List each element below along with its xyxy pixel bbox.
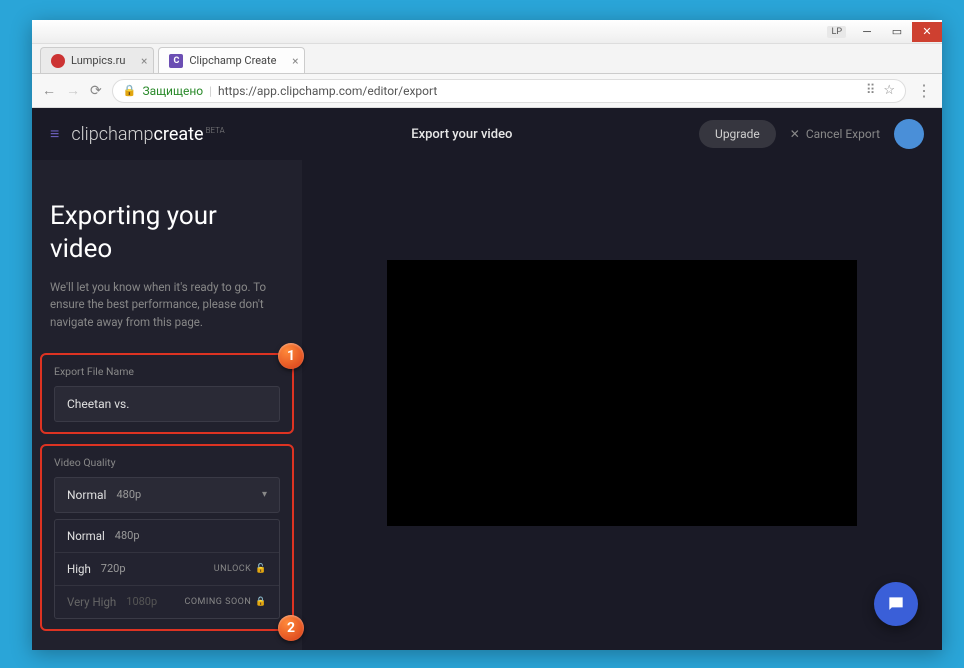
preview-area bbox=[302, 160, 942, 650]
cancel-export-button[interactable]: ✕ Cancel Export bbox=[790, 127, 880, 141]
avatar[interactable] bbox=[894, 119, 924, 149]
filename-label: Export File Name bbox=[54, 365, 280, 378]
favicon-icon: C bbox=[169, 54, 183, 68]
quality-option-normal[interactable]: Normal 480p bbox=[55, 520, 279, 553]
translate-icon[interactable]: ⠿ bbox=[866, 83, 876, 98]
lock-icon: 🔒 bbox=[123, 84, 137, 97]
annotation-marker-2: 2 bbox=[278, 615, 304, 641]
filename-group: Export File Name Cheetan vs. 1 bbox=[40, 353, 294, 434]
address-bar: ← → ⟳ 🔒 Защищено | https://app.clipchamp… bbox=[32, 74, 942, 108]
lock-icon: 🔒 bbox=[255, 597, 267, 607]
quality-option-high[interactable]: High 720p UNLOCK 🔓 bbox=[55, 553, 279, 586]
sidebar-description: We'll let you know when it's ready to go… bbox=[50, 279, 284, 331]
url-text: https://app.clipchamp.com/editor/export bbox=[218, 84, 437, 98]
url-actions: ⠿ ☆ bbox=[866, 83, 895, 98]
quality-selected-res: 480p bbox=[116, 488, 141, 501]
quality-selected-name: Normal bbox=[67, 488, 106, 502]
app-header: ≡ clipchampcreateBETA Export your video … bbox=[32, 108, 942, 160]
upgrade-button[interactable]: Upgrade bbox=[699, 120, 776, 148]
close-icon: ✕ bbox=[790, 127, 800, 141]
favicon-icon bbox=[51, 54, 65, 68]
filename-input[interactable]: Cheetan vs. bbox=[54, 386, 280, 422]
secure-label: Защищено bbox=[142, 84, 203, 98]
annotation-marker-1: 1 bbox=[278, 343, 304, 369]
star-icon[interactable]: ☆ bbox=[883, 83, 895, 98]
chat-fab[interactable] bbox=[874, 582, 918, 626]
hamburger-icon[interactable]: ≡ bbox=[50, 124, 59, 144]
browser-window: LP ─ ▭ ✕ Lumpics.ru × C Clipchamp Create… bbox=[32, 20, 942, 650]
tab-lumpics[interactable]: Lumpics.ru × bbox=[40, 47, 154, 73]
app-body: Exporting your video We'll let you know … bbox=[32, 160, 942, 650]
quality-select[interactable]: Normal 480p ▾ bbox=[54, 477, 280, 513]
window-titlebar: LP ─ ▭ ✕ bbox=[32, 20, 942, 44]
reload-icon[interactable]: ⟳ bbox=[90, 83, 102, 99]
app-content: ≡ clipchampcreateBETA Export your video … bbox=[32, 108, 942, 650]
quality-option-veryhigh: Very High 1080p COMING SOON 🔒 bbox=[55, 586, 279, 618]
lock-icon: 🔓 bbox=[255, 564, 267, 574]
chevron-down-icon: ▾ bbox=[262, 489, 267, 500]
tab-close-icon[interactable]: × bbox=[141, 54, 147, 68]
tab-label: Lumpics.ru bbox=[71, 54, 125, 67]
close-button[interactable]: ✕ bbox=[912, 22, 942, 42]
url-input[interactable]: 🔒 Защищено | https://app.clipchamp.com/e… bbox=[112, 79, 906, 103]
export-sidebar: Exporting your video We'll let you know … bbox=[32, 160, 302, 650]
video-preview bbox=[387, 260, 857, 526]
minimize-button[interactable]: ─ bbox=[852, 22, 882, 42]
browser-tabs: Lumpics.ru × C Clipchamp Create × bbox=[32, 44, 942, 74]
maximize-button[interactable]: ▭ bbox=[882, 22, 912, 42]
tab-label: Clipchamp Create bbox=[189, 54, 276, 67]
forward-icon[interactable]: → bbox=[66, 82, 80, 99]
quality-dropdown: Normal 480p High 720p UNLOCK 🔓 Very High… bbox=[54, 519, 280, 619]
chat-icon bbox=[886, 594, 906, 614]
page-title: Export your video bbox=[225, 127, 699, 142]
quality-label: Video Quality bbox=[54, 456, 280, 469]
quality-group: Video Quality Normal 480p ▾ Normal 480p … bbox=[40, 444, 294, 631]
back-icon[interactable]: ← bbox=[42, 82, 56, 99]
title-badge: LP bbox=[827, 26, 846, 38]
tab-clipchamp[interactable]: C Clipchamp Create × bbox=[158, 47, 305, 73]
sidebar-title: Exporting your video bbox=[50, 200, 284, 265]
app-logo: clipchampcreateBETA bbox=[71, 124, 224, 145]
menu-icon[interactable]: ⋮ bbox=[916, 81, 932, 100]
tab-close-icon[interactable]: × bbox=[292, 54, 298, 68]
